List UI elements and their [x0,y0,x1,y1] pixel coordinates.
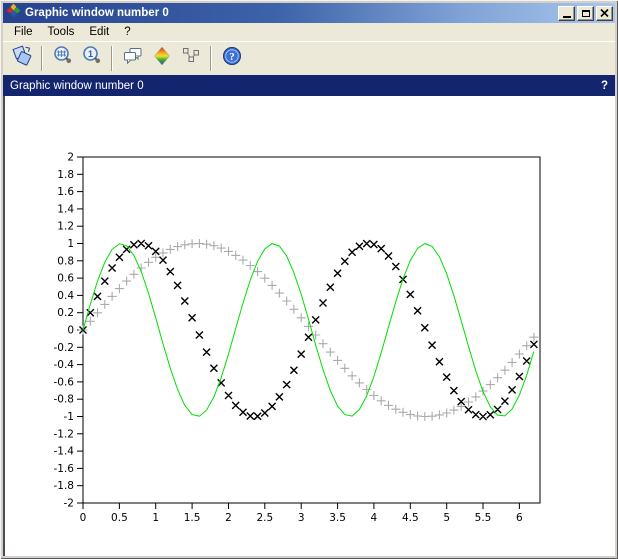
x-tick-label: 1 [152,512,159,524]
datatip-icon [180,45,202,72]
rotate-button[interactable] [8,45,35,72]
y-tick-label: 0.8 [57,255,74,267]
svg-text:1: 1 [87,49,92,59]
toolbar-separator [210,46,212,71]
y-tick-label: -1.8 [54,480,75,492]
y-tick-label: -0.8 [54,394,75,406]
y-tick-label: 1.6 [57,186,74,198]
y-tick-label: -0.6 [54,376,75,388]
scilab-pinwheel-icon [6,3,21,23]
x-tick-label: 5 [443,512,450,524]
y-tick-label: 1.8 [57,169,74,181]
x-tick-label: 4 [371,512,378,524]
x-tick-label: 0.5 [111,512,128,524]
y-tick-label: -2 [64,498,74,510]
y-tick-label: -1 [64,411,74,423]
y-tick-label: 0.2 [57,307,74,319]
x-tick-label: 0 [80,512,87,524]
y-tick-label: -0.2 [54,342,75,354]
plot-client-area: 2 1.8 1.6 1.4 1.2 1 0.8 0.6 0.4 0.2 0 -0.2 -0.4 -0.6 -… [3,96,615,556]
help-button[interactable]: ? [218,45,245,72]
x-tick-label: 2 [225,512,232,524]
x-tick-label: 1.5 [184,512,201,524]
titlebar[interactable]: Graphic window number 0 [3,3,615,23]
x-tick-label: 6 [516,512,523,524]
infobar-help-icon[interactable]: ? [601,80,608,92]
toolbar-separator [111,46,113,71]
toolbar: 1? [3,42,615,75]
zoom-area-icon [52,45,74,72]
y-tick-label: -0.4 [54,359,75,371]
y-tick-label: -1.6 [54,463,75,475]
x-tick-label: 3 [298,512,305,524]
y-tick-label: 0.4 [57,290,74,302]
y-tick-label: 2 [67,152,74,164]
window-title: Graphic window number 0 [25,7,552,20]
series-markers [79,239,539,421]
x-tick-label: 5.5 [475,512,492,524]
menu-item-help[interactable]: ? [117,24,137,40]
colormap-icon [151,45,173,72]
x-tick-label: 3.5 [329,512,346,524]
datatip-button[interactable] [177,45,204,72]
colormap-button[interactable] [148,45,175,72]
zoom-area-button[interactable] [49,45,76,72]
figure-infobar: Graphic window number 0 ? [3,75,615,96]
svg-text:?: ? [229,51,235,63]
menu-item-file[interactable]: File [7,24,40,40]
y-tick-label: 0 [67,325,74,337]
menu-item-tools[interactable]: Tools [41,24,82,40]
menu-item-edit[interactable]: Edit [82,24,116,40]
y-tick-label: 0.6 [57,273,74,285]
y-tick-label: 1.4 [57,203,74,215]
x-tick-label: 2.5 [256,512,273,524]
plot-canvas[interactable]: 2 1.8 1.6 1.4 1.2 1 0.8 0.6 0.4 0.2 0 -0.2 -0.4 -0.6 -… [5,96,615,555]
help-icon: ? [221,45,243,72]
minimize-button[interactable] [558,6,575,21]
unzoom-icon: 1 [81,45,103,72]
y-tick-label: -1.4 [54,446,75,458]
unzoom-button[interactable]: 1 [78,45,105,72]
y-tick-label: 1.2 [57,221,74,233]
toolbar-separator [41,46,43,71]
rotate-icon [11,45,33,72]
graphics-editor-button[interactable] [119,45,146,72]
maximize-button[interactable] [577,6,594,21]
y-tick-label: -1.2 [54,428,75,440]
figure-infobar-title: Graphic window number 0 [10,80,144,92]
close-button[interactable] [596,6,613,21]
graphics-editor-icon [122,45,144,72]
graphic-window: Graphic window number 0 FileToolsEdit? 1… [0,0,618,559]
y-tick-label: 1 [67,238,74,250]
window-controls [556,6,613,21]
menubar: FileToolsEdit? [3,23,615,42]
x-tick-label: 4.5 [402,512,419,524]
